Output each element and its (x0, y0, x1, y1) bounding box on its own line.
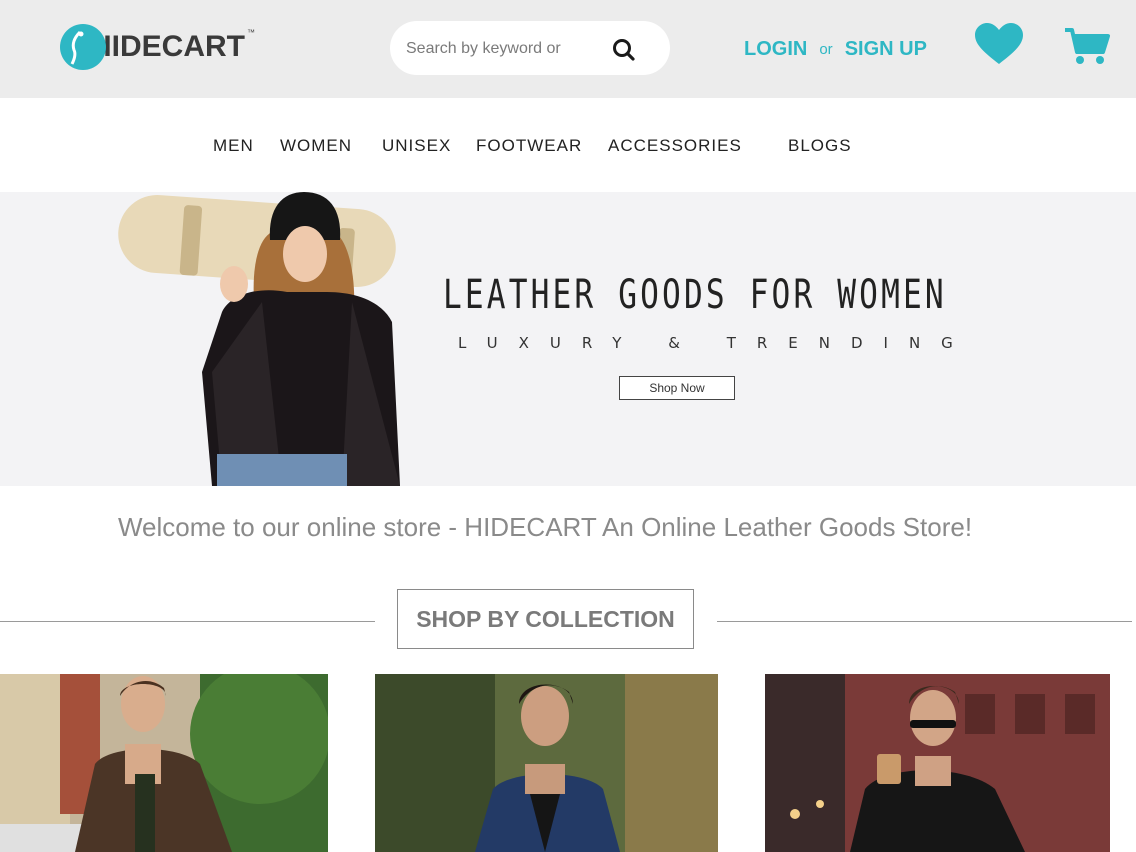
site-logo[interactable]: HIDECART ™ (60, 18, 260, 76)
search-input[interactable] (404, 31, 588, 67)
main-nav: MEN WOMEN UNISEX FOOTWEAR ACCESSORIES BL… (0, 98, 1136, 192)
shop-now-button[interactable]: Shop Now (619, 376, 735, 400)
cart-icon (1065, 28, 1110, 64)
logo-text: HIDECART (90, 30, 245, 63)
collection-card[interactable] (765, 674, 1110, 852)
cart-button[interactable] (1063, 26, 1111, 66)
hero-banner[interactable]: LEATHER GOODS FOR WOMEN LUXURY & TRENDIN… (0, 192, 1136, 486)
collection-card[interactable] (375, 674, 718, 852)
auth-separator: or (819, 40, 833, 58)
hero-subtitle: LUXURY & TRENDING (458, 334, 974, 352)
nav-item-women[interactable]: WOMEN (280, 136, 352, 156)
collection-heading: SHOP BY COLLECTION (397, 589, 694, 649)
nav-item-unisex[interactable]: UNISEX (382, 136, 451, 156)
search-button[interactable] (606, 34, 642, 66)
auth-links: LOGIN or SIGN UP (744, 35, 927, 63)
nav-item-men[interactable]: MEN (213, 136, 254, 156)
collection-image (375, 674, 718, 852)
collection-image (0, 674, 328, 852)
heart-icon (975, 23, 1023, 64)
nav-item-footwear[interactable]: FOOTWEAR (476, 136, 582, 156)
signup-link[interactable]: SIGN UP (845, 38, 927, 61)
site-header: HIDECART ™ LOGIN or SIGN UP (0, 0, 1136, 98)
collection-image (765, 674, 1110, 852)
login-link[interactable]: LOGIN (744, 38, 807, 61)
logo-mark-icon (60, 24, 106, 70)
welcome-text: Welcome to our online store - HIDECART A… (117, 512, 973, 542)
nav-item-blogs[interactable]: BLOGS (788, 136, 852, 156)
search-icon (613, 39, 635, 61)
collection-card[interactable] (0, 674, 328, 852)
divider-right (717, 621, 1132, 622)
hero-model-image (118, 192, 400, 486)
wishlist-button[interactable] (973, 22, 1025, 66)
nav-item-accessories[interactable]: ACCESSORIES (608, 136, 742, 156)
hero-title: LEATHER GOODS FOR WOMEN (443, 272, 947, 318)
divider-left (0, 621, 375, 622)
logo-trademark: ™ (247, 28, 255, 37)
